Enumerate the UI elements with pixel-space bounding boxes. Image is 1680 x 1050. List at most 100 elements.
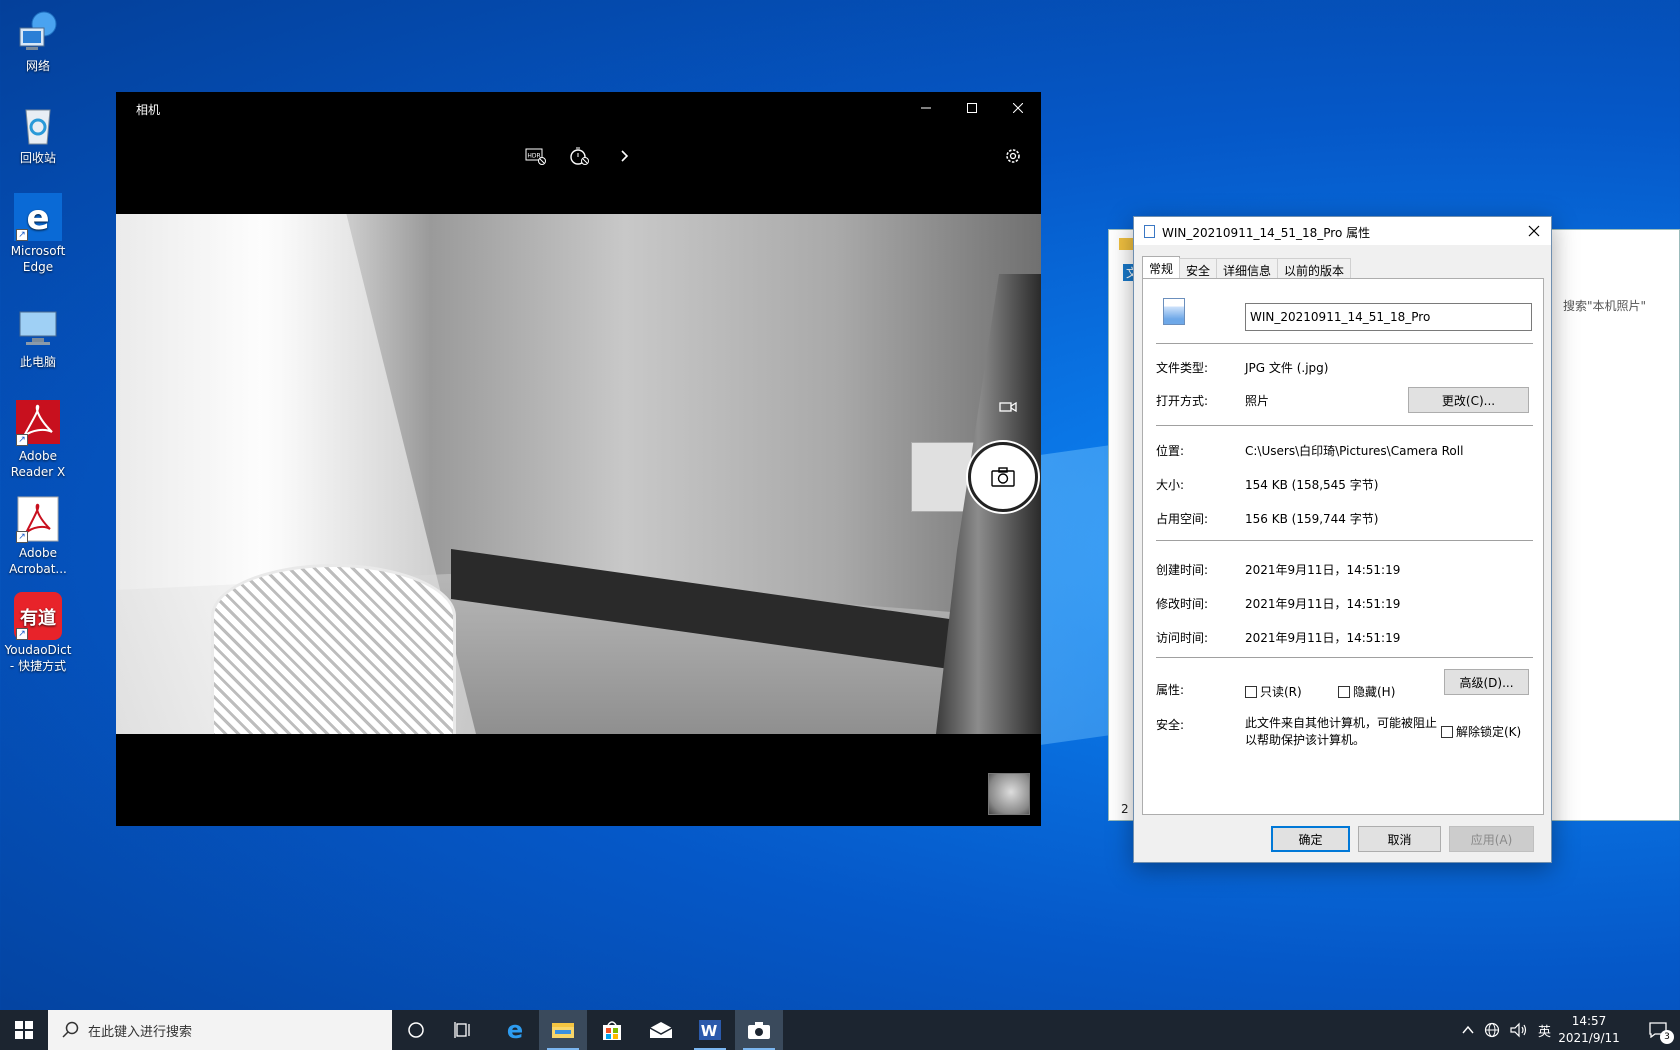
video-mode-button[interactable] — [996, 397, 1020, 417]
taskbar-search-box[interactable]: 在此键入进行搜索 — [48, 1010, 392, 1050]
general-panel: 文件类型: JPG 文件 (.jpg) 打开方式: 照片 更改(C)... 位置… — [1142, 278, 1544, 815]
settings-button[interactable] — [1001, 144, 1025, 168]
unblock-label: 解除锁定(K) — [1456, 725, 1522, 739]
tab-general[interactable]: 常规 — [1142, 256, 1181, 279]
camera-viewfinder[interactable] — [116, 214, 1041, 734]
youdao-icon: 有道 ↗ — [14, 592, 62, 640]
expand-toolbar-button[interactable] — [612, 144, 636, 168]
change-button[interactable]: 更改(C)... — [1408, 387, 1529, 413]
word-icon: W — [699, 1020, 721, 1040]
divider — [1156, 540, 1533, 541]
close-button[interactable] — [995, 92, 1041, 124]
desktop-icon-edge[interactable]: e ↗ Microsoft Edge — [4, 193, 72, 275]
system-tray: 英 — [1462, 1010, 1551, 1050]
search-placeholder: 在此键入进行搜索 — [88, 1024, 193, 1040]
dialog-tabs: 常规 安全 详细信息 以前的版本 — [1142, 256, 1352, 279]
ok-button[interactable]: 确定 — [1271, 826, 1350, 852]
tab-previous-versions[interactable]: 以前的版本 — [1277, 258, 1352, 278]
network-globe-icon[interactable] — [1484, 1022, 1500, 1038]
task-view-button[interactable] — [440, 1010, 488, 1050]
desktop-icon-label: 回收站 — [19, 151, 56, 165]
notification-count: 3 — [1660, 1030, 1674, 1044]
taskbar-mail[interactable] — [637, 1010, 685, 1050]
hdr-button[interactable]: HDR — [524, 144, 548, 168]
adobe-acrobat-icon: ↗ — [14, 495, 62, 543]
size-label: 大小: — [1156, 478, 1185, 492]
minimize-button[interactable] — [903, 92, 949, 124]
start-button[interactable] — [0, 1010, 48, 1050]
desktop-icon-label: 网络 — [25, 59, 50, 73]
taskbar-store[interactable] — [588, 1010, 636, 1050]
explorer-search-input[interactable]: 搜索"本机照片" — [1557, 294, 1680, 316]
volume-icon[interactable] — [1510, 1022, 1528, 1038]
desktop-icon-network[interactable]: 网络 — [4, 8, 72, 74]
chevron-up-icon[interactable] — [1462, 1025, 1474, 1035]
taskbar-camera[interactable] — [735, 1010, 783, 1050]
taskbar: 在此键入进行搜索 e W 英 14:57 2021/9/11 3 — [0, 1010, 1680, 1050]
image-file-icon — [1163, 298, 1185, 325]
cortana-button[interactable] — [392, 1010, 440, 1050]
apply-button[interactable]: 应用(A) — [1449, 826, 1534, 852]
divider — [1156, 343, 1533, 344]
desktop-icon-label: Microsoft Edge — [10, 244, 66, 274]
advanced-button[interactable]: 高级(D)... — [1444, 669, 1529, 695]
divider — [1156, 657, 1533, 658]
desktop-icon-label: 此电脑 — [19, 355, 56, 369]
file-type-value: JPG 文件 (.jpg) — [1245, 361, 1329, 375]
open-with-label: 打开方式: — [1156, 394, 1209, 408]
explorer-item-count: 2 — [1121, 802, 1129, 816]
viewfinder-basket — [211, 564, 456, 734]
divider — [1156, 425, 1533, 426]
size-on-disk-value: 156 KB (159,744 字节) — [1245, 512, 1379, 526]
dialog-close-button[interactable] — [1517, 217, 1551, 245]
camera-titlebar[interactable]: 相机 — [116, 92, 1041, 124]
desktop-icon-recycle-bin[interactable]: 回收站 — [4, 100, 72, 166]
shortcut-arrow-icon: ↗ — [16, 628, 28, 640]
properties-dialog[interactable]: WIN_20210911_14_51_18_Pro 属性 常规 安全 详细信息 … — [1133, 216, 1552, 863]
cortana-icon — [408, 1022, 424, 1038]
hidden-checkbox[interactable]: 隐藏(H) — [1338, 683, 1395, 700]
edge-icon: e ↗ — [14, 193, 62, 241]
recycle-bin-icon — [14, 100, 62, 148]
gear-icon — [1006, 149, 1020, 163]
accessed-value: 2021年9月11日，14:51:19 — [1245, 631, 1401, 645]
size-on-disk-label: 占用空间: — [1156, 512, 1209, 526]
camera-window[interactable]: 相机 HDR — [116, 92, 1041, 826]
edge-icon: e — [507, 1018, 523, 1042]
file-type-label: 文件类型: — [1156, 361, 1209, 375]
desktop-icon-adobe-reader[interactable]: ↗ Adobe Reader X — [4, 398, 72, 480]
unblock-checkbox[interactable]: 解除锁定(K) — [1441, 723, 1521, 740]
desktop-icon-label: YoudaoDict - 快捷方式 — [4, 643, 72, 673]
svg-text:HDR: HDR — [527, 153, 540, 160]
taskbar-edge[interactable]: e — [491, 1010, 539, 1050]
action-center-button[interactable]: 3 — [1636, 1010, 1680, 1050]
cancel-button[interactable]: 取消 — [1358, 826, 1441, 852]
last-photo-thumbnail[interactable] — [988, 773, 1030, 815]
desktop-icon-adobe-acrobat[interactable]: ↗ Adobe Acrobat... — [4, 495, 72, 577]
dialog-titlebar[interactable]: WIN_20210911_14_51_18_Pro 属性 — [1134, 217, 1551, 245]
created-label: 创建时间: — [1156, 563, 1209, 577]
chevron-right-icon — [621, 150, 629, 162]
store-icon — [603, 1021, 621, 1040]
location-label: 位置: — [1156, 444, 1185, 458]
readonly-checkbox[interactable]: 只读(R) — [1245, 683, 1302, 700]
close-icon — [1013, 103, 1023, 113]
svg-text:e: e — [26, 198, 49, 238]
minimize-icon — [921, 107, 931, 109]
readonly-label: 只读(R) — [1260, 685, 1302, 699]
tab-details[interactable]: 详细信息 — [1216, 258, 1279, 278]
taskbar-file-explorer[interactable] — [539, 1010, 587, 1050]
desktop-icon-this-pc[interactable]: 此电脑 — [4, 304, 72, 370]
desktop-icon-youdao[interactable]: 有道 ↗ YoudaoDict - 快捷方式 — [4, 592, 72, 674]
mail-icon — [649, 1022, 673, 1038]
this-pc-icon — [14, 304, 62, 352]
take-photo-button[interactable] — [968, 442, 1038, 512]
tab-security[interactable]: 安全 — [1179, 258, 1218, 278]
maximize-button[interactable] — [949, 92, 995, 124]
taskbar-word[interactable]: W — [686, 1010, 734, 1050]
timer-button[interactable] — [568, 144, 592, 168]
taskbar-clock[interactable]: 14:57 2021/9/11 — [1548, 1013, 1630, 1047]
size-value: 154 KB (158,545 字节) — [1245, 478, 1379, 492]
shortcut-arrow-icon: ↗ — [16, 434, 28, 446]
file-name-input[interactable] — [1245, 303, 1532, 331]
